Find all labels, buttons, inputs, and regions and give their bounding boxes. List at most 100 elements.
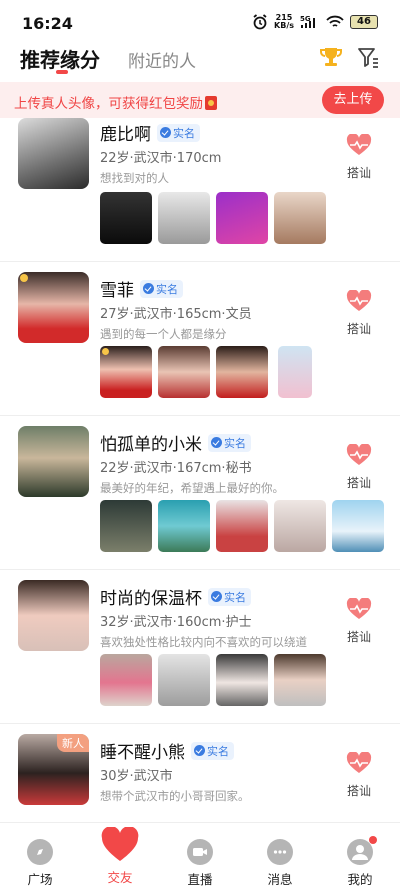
compass-icon	[27, 839, 53, 865]
user-name: 睡不醒小熊	[100, 743, 185, 763]
verified-icon	[160, 127, 171, 138]
wifi-icon	[326, 15, 344, 27]
user-card[interactable]: 鹿比啊 实名 22岁·武汉市·170cm 想找到对的人 搭讪	[0, 118, 400, 262]
user-photo[interactable]	[216, 654, 268, 706]
user-photo[interactable]	[100, 654, 152, 706]
user-name: 雪菲	[100, 281, 134, 301]
banner-text: 上传真人头像，可获得红包奖励	[14, 92, 217, 112]
online-dot	[20, 274, 28, 282]
user-bio: 遇到的每一个人都是缘分	[100, 327, 227, 341]
chat-button[interactable]: 搭讪	[344, 443, 374, 491]
heart-pulse-icon	[346, 597, 372, 619]
user-bio: 最美好的年纪，希望遇上最好的你。	[100, 481, 284, 495]
heart-pulse-icon	[346, 751, 372, 773]
nav-profile[interactable]: 我的	[320, 823, 400, 890]
online-dot	[102, 348, 109, 355]
user-name: 怕孤单的小米	[100, 435, 202, 455]
user-photo[interactable]	[158, 346, 210, 398]
chat-button[interactable]: 搭讪	[344, 289, 374, 337]
bottom-nav: 广场 交友 直播 消息 我的	[0, 822, 400, 889]
video-camera-icon	[187, 839, 213, 865]
user-list: 鹿比啊 实名 22岁·武汉市·170cm 想找到对的人 搭讪 雪菲 实名 27岁·武…	[0, 118, 400, 822]
user-photo[interactable]	[158, 192, 210, 244]
user-bio: 想带个武汉市的小哥哥回家。	[100, 789, 250, 803]
filter-icon[interactable]	[356, 44, 380, 70]
user-info: 22岁·武汉市·170cm	[100, 151, 222, 166]
user-photo[interactable]	[158, 500, 210, 552]
verified-icon	[194, 745, 205, 756]
photo-strip	[100, 500, 384, 552]
signal-icon: 5G	[300, 15, 315, 28]
chat-button[interactable]: 搭讪	[344, 751, 374, 799]
alarm-icon	[253, 14, 267, 30]
status-time: 16:24	[22, 14, 73, 33]
user-photo[interactable]	[274, 192, 326, 244]
nav-plaza[interactable]: 广场	[0, 823, 80, 890]
user-avatar[interactable]	[18, 580, 89, 651]
nav-messages[interactable]: 消息	[240, 823, 320, 890]
user-photo[interactable]	[158, 654, 210, 706]
upload-button[interactable]: 去上传	[322, 86, 384, 114]
verified-icon	[211, 437, 222, 448]
user-photo[interactable]	[100, 500, 152, 552]
user-card[interactable]: 怕孤单的小米 实名 22岁·武汉市·167cm·秘书 最美好的年纪，希望遇上最好的…	[0, 416, 400, 570]
nav-live[interactable]: 直播	[160, 823, 240, 890]
user-photo[interactable]	[278, 346, 312, 398]
user-icon	[347, 836, 377, 865]
user-avatar[interactable]	[18, 118, 89, 189]
verified-badge: 实名	[157, 123, 200, 142]
status-icons: 215 KB/s 5G 46	[252, 14, 378, 30]
user-photo[interactable]	[100, 346, 152, 398]
verified-badge: 实名	[208, 433, 251, 452]
user-bio: 喜欢独处性格比较内向不喜欢的可以绕道	[100, 635, 307, 649]
battery-indicator: 46	[350, 15, 378, 29]
notification-dot	[369, 836, 377, 844]
chat-button[interactable]: 搭讪	[344, 133, 374, 181]
verified-badge: 实名	[208, 587, 251, 606]
tab-indicator	[56, 70, 68, 74]
nav-friends[interactable]: 交友	[80, 823, 160, 890]
user-avatar[interactable]	[18, 426, 89, 497]
user-info: 27岁·武汉市·165cm·文员	[100, 307, 252, 322]
user-avatar[interactable]	[18, 272, 89, 343]
user-photo[interactable]	[332, 500, 384, 552]
user-info: 32岁·武汉市·160cm·护士	[100, 615, 252, 630]
user-card[interactable]: 新人 睡不醒小熊 实名 30岁·武汉市 想带个武汉市的小哥哥回家。 搭讪	[0, 724, 400, 822]
heart-pulse-icon	[346, 443, 372, 465]
user-photo[interactable]	[100, 192, 152, 244]
red-packet-icon	[205, 96, 217, 110]
user-photo[interactable]	[216, 346, 268, 398]
user-photo[interactable]	[216, 192, 268, 244]
user-photo[interactable]	[274, 500, 326, 552]
status-bar: 16:24 215 KB/s 5G 46	[0, 0, 400, 42]
heart-pulse-icon	[346, 289, 372, 311]
user-bio: 想找到对的人	[100, 171, 169, 185]
user-card[interactable]: 时尚的保温杯 实名 32岁·武汉市·160cm·护士 喜欢独处性格比较内向不喜欢的…	[0, 570, 400, 724]
new-user-badge: 新人	[57, 734, 89, 752]
user-name: 时尚的保温杯	[100, 589, 202, 609]
photo-strip	[100, 192, 326, 244]
heart-pulse-icon	[346, 133, 372, 155]
upload-avatar-banner: 上传真人头像，可获得红包奖励 去上传	[0, 82, 400, 118]
user-info: 30岁·武汉市	[100, 769, 173, 784]
user-avatar[interactable]: 新人	[18, 734, 89, 805]
tab-nearby[interactable]: 附近的人	[128, 47, 196, 72]
photo-strip	[100, 654, 326, 706]
photo-strip	[100, 346, 312, 398]
verified-badge: 实名	[140, 279, 183, 298]
verified-icon	[143, 283, 154, 294]
user-photo[interactable]	[216, 500, 268, 552]
heart-icon	[101, 826, 139, 861]
user-card[interactable]: 雪菲 实名 27岁·武汉市·165cm·文员 遇到的每一个人都是缘分 搭讪	[0, 262, 400, 416]
trophy-icon[interactable]	[318, 44, 344, 70]
tab-recommended[interactable]: 推荐缘分	[20, 44, 100, 73]
user-photo[interactable]	[274, 654, 326, 706]
user-name: 鹿比啊	[100, 125, 151, 145]
user-info: 22岁·武汉市·167cm·秘书	[100, 461, 252, 476]
chat-button[interactable]: 搭讪	[344, 597, 374, 645]
verified-icon	[211, 591, 222, 602]
top-header: 推荐缘分 附近的人	[0, 42, 400, 82]
net-speed: 215 KB/s	[274, 13, 294, 30]
chat-bubble-icon	[267, 839, 293, 865]
verified-badge: 实名	[191, 741, 234, 760]
